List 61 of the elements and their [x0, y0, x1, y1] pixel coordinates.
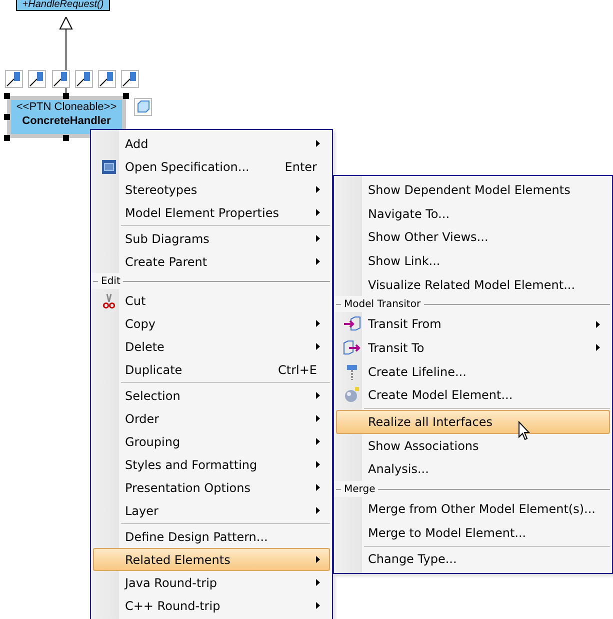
resize-handle[interactable] — [63, 135, 69, 141]
menu-section-header: Model Transitor — [344, 298, 421, 310]
resize-handle[interactable] — [123, 93, 129, 99]
menu-item[interactable]: Navigate To... — [336, 202, 610, 226]
menu-item[interactable]: Presentation Options — [93, 476, 330, 499]
menu-item[interactable]: Duplicate Ctrl+E — [93, 358, 330, 381]
menu-item[interactable]: Open Specification... Enter — [93, 155, 330, 178]
menu-item[interactable]: Java Round-trip — [93, 571, 330, 594]
menu-item[interactable]: Show Dependent Model Elements — [336, 178, 610, 202]
menu-item[interactable]: Styles and Formatting — [93, 453, 330, 476]
sphere-icon — [344, 387, 360, 404]
toolbar-icon[interactable] — [5, 70, 23, 88]
menu-item[interactable]: Create Model Element... — [336, 384, 610, 408]
stereotype-text: <<PTN Cloneable>> — [16, 100, 117, 114]
menu-item[interactable]: Transit From — [336, 312, 610, 336]
menu-item[interactable]: Layer — [93, 499, 330, 522]
menu-section-header: Edit — [101, 276, 120, 286]
menu-item[interactable]: Show Other Views... — [336, 225, 610, 250]
menu-section-header: Merge — [344, 484, 376, 495]
menu-item[interactable]: Merge from Other Model Element(s)... — [336, 497, 610, 521]
menu-item[interactable]: Analysis... — [336, 458, 610, 482]
class-name: ConcreteHandler — [22, 114, 111, 128]
operation-text: +HandleRequest() — [22, 0, 104, 10]
resize-handle[interactable] — [4, 93, 10, 99]
toolbar-icon[interactable] — [75, 70, 93, 88]
menu-item[interactable]: Create Lifeline... — [336, 360, 610, 384]
menu-item[interactable]: Stereotypes — [93, 178, 330, 201]
menu-item[interactable]: C++ Round-trip — [93, 594, 330, 617]
cube-arrow-icon — [343, 316, 361, 332]
menu-item[interactable]: Grouping — [93, 430, 330, 453]
menu-item[interactable]: Visualize Related Model Element... — [336, 272, 610, 296]
resize-handle[interactable] — [63, 93, 69, 99]
menu-item[interactable]: Realize all Interfaces — [336, 410, 610, 434]
menu-item[interactable]: Define Design Pattern... — [93, 525, 330, 548]
menu-item[interactable]: Transit To — [336, 336, 610, 360]
menu-item[interactable]: Selection — [93, 384, 330, 407]
class-box[interactable]: <<PTN Cloneable>> ConcreteHandler — [7, 96, 126, 138]
menu-item[interactable]: Model Element Properties — [93, 201, 330, 224]
toolbar-icon[interactable] — [121, 70, 139, 88]
resize-handle[interactable] — [4, 135, 10, 141]
menu-item[interactable]: Cut — [93, 289, 330, 312]
menu-item[interactable]: Show Link... — [336, 249, 610, 273]
menu-item[interactable]: Merge to Model Element... — [336, 520, 610, 545]
lifeline-icon — [346, 364, 358, 380]
menu-item[interactable]: Related Elements — [93, 548, 330, 571]
toolbar-icon[interactable] — [98, 70, 116, 88]
menu-item[interactable]: Show Associations — [336, 434, 610, 458]
cube-arrow-icon — [343, 340, 361, 356]
toolbar-icon[interactable] — [28, 70, 46, 88]
cube-icon[interactable] — [134, 98, 152, 116]
menu-item[interactable]: Delete — [93, 335, 330, 358]
menu-item[interactable]: Sub Diagrams — [93, 227, 330, 250]
resize-handle[interactable] — [4, 114, 10, 120]
mouse-cursor-icon — [518, 421, 530, 441]
menu-item[interactable]: Order — [93, 407, 330, 430]
scissors-icon — [103, 292, 115, 308]
document-icon — [101, 158, 117, 174]
menu-item[interactable]: Create Parent — [93, 250, 330, 273]
menu-item[interactable]: Copy — [93, 312, 330, 335]
toolbar-icon[interactable] — [52, 70, 70, 88]
menu-item[interactable]: Change Type... — [336, 548, 610, 572]
